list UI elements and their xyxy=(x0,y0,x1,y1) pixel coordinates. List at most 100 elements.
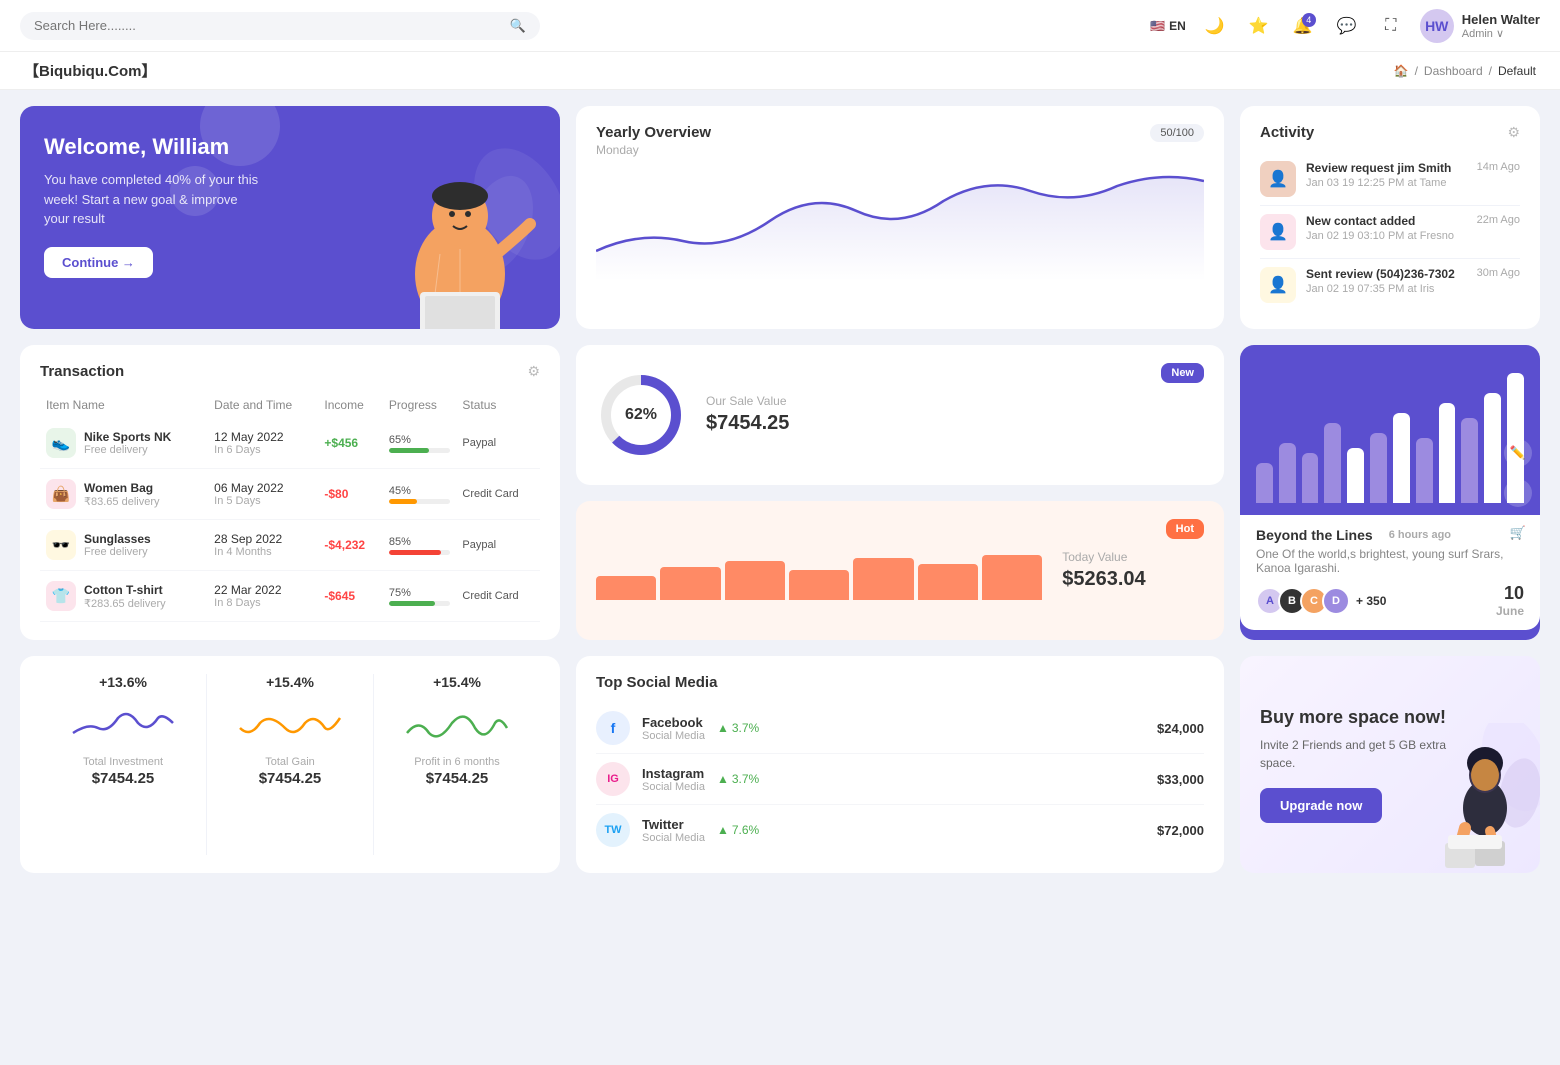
event-desc: One Of the world,s brightest, young surf… xyxy=(1256,547,1524,575)
col-item: Item Name xyxy=(40,390,208,418)
event-info: Beyond the Lines 6 hours ago One Of the … xyxy=(1240,515,1540,630)
sales-column: 62% Our Sale Value $7454.25 New Today Va… xyxy=(576,345,1224,640)
stat-profit-label: Profit in 6 months xyxy=(414,756,500,768)
promo-content: Buy more space now! Invite 2 Friends and… xyxy=(1260,707,1450,823)
today-bar xyxy=(918,564,978,600)
transaction-settings-icon[interactable]: ⚙ xyxy=(527,363,540,380)
promo-title: Buy more space now! xyxy=(1260,707,1450,728)
topnav: 🔍 🇺🇸 EN 🌙 ⭐ 🔔 4 💬 ⛶ HW Helen Walter Admi… xyxy=(0,0,1560,52)
activity-item-title-1: Review request jim Smith xyxy=(1306,161,1451,175)
facebook-name: Facebook xyxy=(642,715,705,730)
activity-thumb-2: 👤 xyxy=(1260,214,1296,250)
activity-item: 👤 Review request jim Smith Jan 03 19 12:… xyxy=(1260,153,1520,206)
stat-gain: +15.4% Total Gain $7454.25 xyxy=(207,674,374,855)
stat-profit-pct: +15.4% xyxy=(433,674,481,690)
search-bar[interactable]: 🔍 xyxy=(20,12,540,40)
activity-item-time-2: 22m Ago xyxy=(1477,214,1520,226)
darkmode-toggle[interactable]: 🌙 xyxy=(1200,11,1230,41)
welcome-subtitle: You have completed 40% of your this week… xyxy=(44,170,264,229)
twitter-amount: $72,000 xyxy=(1157,823,1204,838)
stat-investment-label: Total Investment xyxy=(83,756,163,768)
event-time: 6 hours ago xyxy=(1389,529,1451,541)
chart-edit-icon[interactable]: ✏️ xyxy=(1504,439,1532,467)
activity-item-sub-2: Jan 02 19 03:10 PM at Fresno xyxy=(1306,230,1454,242)
event-avatars: A B C D xyxy=(1256,587,1350,615)
today-bar xyxy=(853,558,913,600)
bell-icon[interactable]: 🔔 4 xyxy=(1288,11,1318,41)
instagram-amount: $33,000 xyxy=(1157,772,1204,787)
event-footer: A B C D + 350 10 June xyxy=(1256,583,1524,618)
sale-value: $7454.25 xyxy=(706,412,789,435)
twitter-icon: TW xyxy=(596,813,630,847)
stat-gain-label: Total Gain xyxy=(265,756,315,768)
welcome-card: Welcome, William You have completed 40% … xyxy=(20,106,560,329)
continue-button[interactable]: Continue → xyxy=(44,247,153,278)
chart-cart-icon[interactable]: 🛒 xyxy=(1504,519,1532,547)
table-row: 👟 Nike Sports NK Free delivery 12 May 20… xyxy=(40,418,540,469)
promo-desc: Invite 2 Friends and get 5 GB extra spac… xyxy=(1260,736,1450,772)
user-menu[interactable]: HW Helen Walter Admin ∨ xyxy=(1420,9,1540,43)
big-bar xyxy=(1461,418,1478,503)
brand-logo: 【Biqubiqu.Com】 xyxy=(24,60,156,81)
big-bar xyxy=(1256,463,1273,503)
sale-value-card: 62% Our Sale Value $7454.25 New xyxy=(576,345,1224,485)
nav-right: 🇺🇸 EN 🌙 ⭐ 🔔 4 💬 ⛶ HW Helen Walter Admin … xyxy=(1150,9,1540,43)
big-bar xyxy=(1302,453,1319,503)
col-income: Income xyxy=(318,390,383,418)
promo-figure xyxy=(1430,723,1540,873)
activity-thumb-1: 👤 xyxy=(1260,161,1296,197)
overview-card: Yearly Overview Monday 50/100 xyxy=(576,106,1224,329)
sparkline-gain xyxy=(217,698,363,748)
search-input[interactable] xyxy=(34,18,502,33)
avatar-4: D xyxy=(1322,587,1350,615)
today-info: Today Value $5263.04 xyxy=(1062,550,1145,591)
mini-stats-card: +13.6% Total Investment $7454.25 +15.4% … xyxy=(20,656,560,873)
activity-item-title-2: New contact added xyxy=(1306,214,1454,228)
chart-settings-icon[interactable]: ⚙ xyxy=(1504,479,1532,507)
hot-badge: Hot xyxy=(1166,519,1204,539)
breadcrumb: 🏠 / Dashboard / Default xyxy=(1394,64,1536,78)
activity-title: Activity xyxy=(1260,124,1314,141)
activity-thumb-3: 👤 xyxy=(1260,267,1296,303)
activity-item-title-3: Sent review (504)236-7302 xyxy=(1306,267,1455,281)
sale-info: Our Sale Value $7454.25 xyxy=(706,394,789,435)
sale-title: Our Sale Value xyxy=(706,394,789,408)
activity-settings-icon[interactable]: ⚙ xyxy=(1507,124,1520,141)
activity-item-time-3: 30m Ago xyxy=(1477,267,1520,279)
table-row: 👕 Cotton T-shirt ₹283.65 delivery 22 Mar… xyxy=(40,571,540,622)
donut-chart: 62% xyxy=(596,370,686,460)
breadcrumb-bar: 【Biqubiqu.Com】 🏠 / Dashboard / Default xyxy=(0,52,1560,90)
today-value-card: Today Value $5263.04 Hot xyxy=(576,501,1224,641)
instagram-icon: IG xyxy=(596,762,630,796)
col-date: Date and Time xyxy=(208,390,318,418)
big-bar xyxy=(1324,423,1341,503)
expand-icon[interactable]: ⛶ xyxy=(1376,11,1406,41)
main-content: Welcome, William You have completed 40% … xyxy=(0,90,1560,889)
event-plus-count: + 350 xyxy=(1356,594,1386,608)
today-bar xyxy=(596,576,656,600)
big-bar xyxy=(1279,443,1296,503)
today-value: $5263.04 xyxy=(1062,568,1145,591)
big-bar xyxy=(1484,393,1501,503)
social-instagram: IG Instagram Social Media ▲ 3.7% $33,000 xyxy=(596,754,1204,805)
upgrade-button[interactable]: Upgrade now xyxy=(1260,788,1382,823)
overview-sub: Monday xyxy=(596,143,711,157)
chat-icon[interactable]: 💬 xyxy=(1332,11,1362,41)
today-bar xyxy=(660,567,720,600)
welcome-illustration xyxy=(360,144,560,329)
sparkline-profit xyxy=(384,698,530,748)
twitter-pct: ▲ 7.6% xyxy=(717,823,759,837)
stat-investment-pct: +13.6% xyxy=(99,674,147,690)
transaction-table: Item Name Date and Time Income Progress … xyxy=(40,390,540,622)
instagram-name: Instagram xyxy=(642,766,705,781)
facebook-amount: $24,000 xyxy=(1157,721,1204,736)
home-icon[interactable]: 🏠 xyxy=(1394,64,1409,78)
col-status: Status xyxy=(456,390,540,418)
lang-selector[interactable]: 🇺🇸 EN xyxy=(1150,19,1186,33)
star-icon[interactable]: ⭐ xyxy=(1244,11,1274,41)
stat-profit-value: $7454.25 xyxy=(426,770,489,787)
flag-icon: 🇺🇸 xyxy=(1150,19,1165,33)
new-badge: New xyxy=(1161,363,1204,383)
activity-list: 👤 Review request jim Smith Jan 03 19 12:… xyxy=(1260,153,1520,311)
social-twitter: TW Twitter Social Media ▲ 7.6% $72,000 xyxy=(596,805,1204,855)
